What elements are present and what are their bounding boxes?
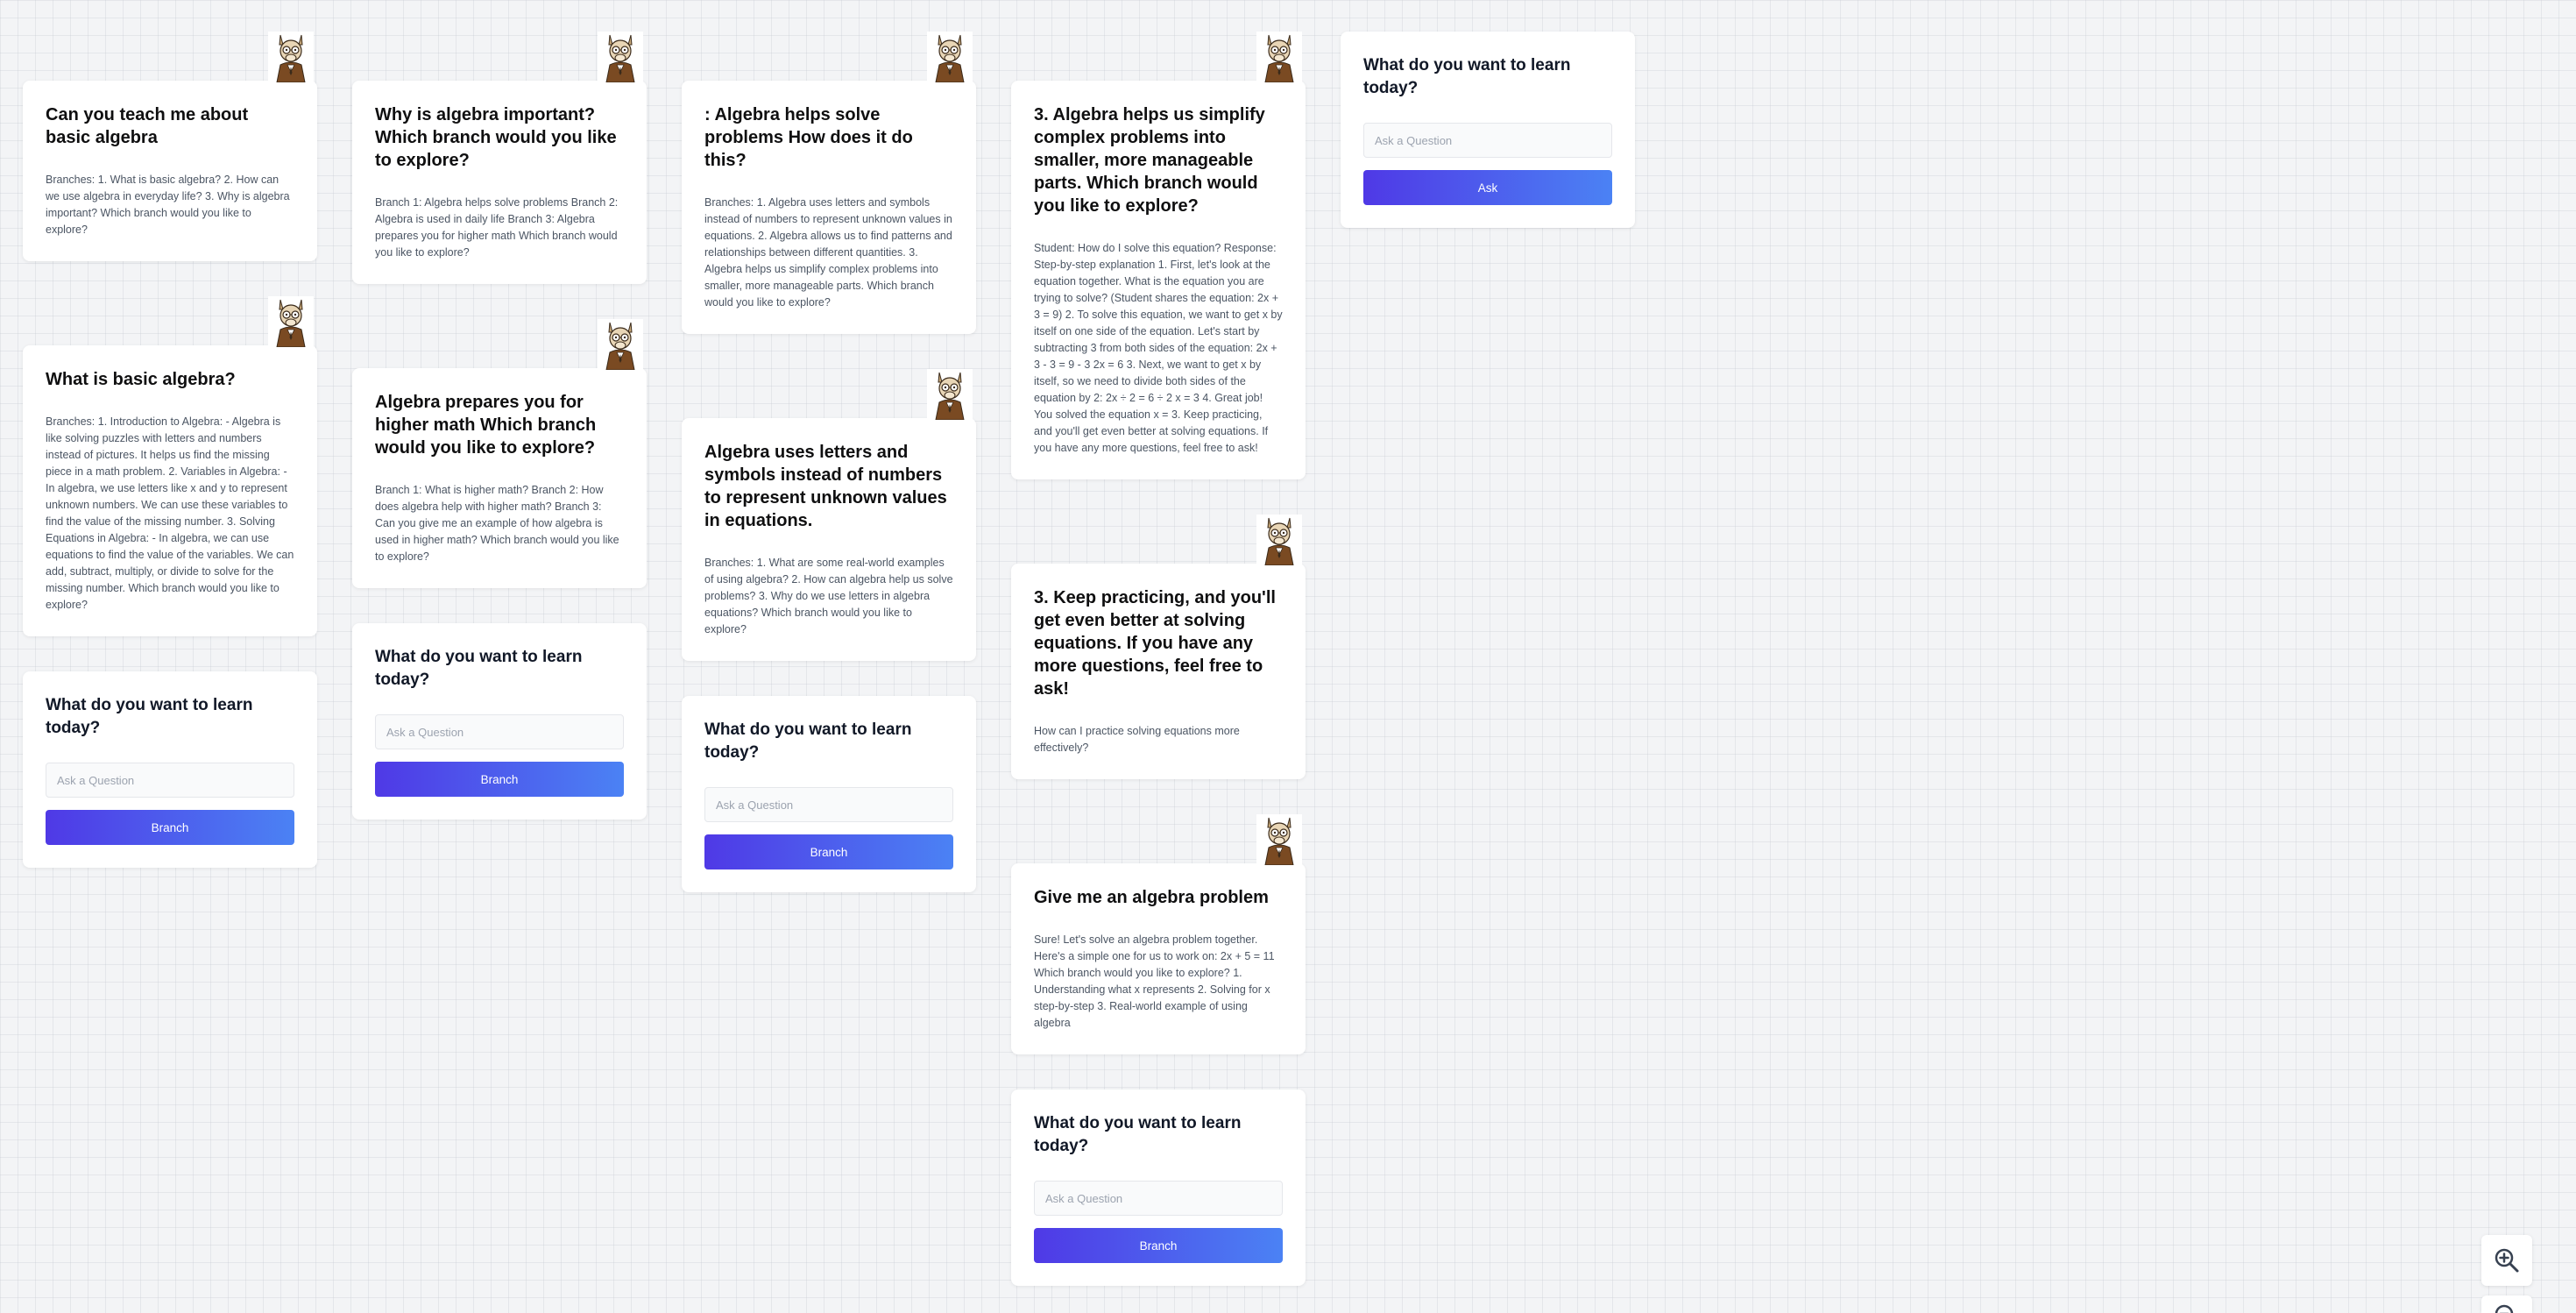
message-title: Can you teach me about basic algebra	[46, 105, 249, 147]
message-title: Give me an algebra problem	[1034, 888, 1269, 907]
message-body: Sure! Let's solve an algebra problem tog…	[1034, 933, 1275, 1029]
conversation-branch-column-1: Can you teach me about basic algebra Bra…	[23, 32, 317, 868]
message-node: Algebra prepares you for higher math Whi…	[352, 319, 647, 588]
message-body: Branches: 1. What are some real-world ex…	[704, 557, 953, 635]
conversation-branch-column-4: 3. Algebra helps us simplify complex pro…	[1011, 32, 1306, 1286]
message-body: Student: How do I solve this equation? R…	[1034, 242, 1283, 454]
zoom-out-icon	[2495, 1304, 2514, 1313]
ask-question-card: What do you want to learn today? Branch	[682, 696, 976, 892]
message-card[interactable]: Give me an algebra problem Sure! Let's s…	[1011, 863, 1306, 1054]
branch-button[interactable]: Branch	[46, 810, 294, 845]
ask-title: What do you want to learn today?	[1363, 56, 1571, 97]
message-card[interactable]: What is basic algebra? Branches: 1. Intr…	[23, 345, 317, 636]
message-title: What is basic algebra?	[46, 370, 236, 389]
llama-teacher-avatar-icon	[268, 296, 314, 347]
ask-title: What do you want to learn today?	[704, 720, 912, 762]
ask-button[interactable]: Ask	[1363, 170, 1612, 205]
llama-teacher-avatar-icon	[598, 319, 643, 370]
ask-title: What do you want to learn today?	[46, 696, 253, 737]
message-body: Branches: 1. What is basic algebra? 2. H…	[46, 174, 290, 236]
zoom-in-icon	[2495, 1248, 2519, 1273]
llama-teacher-avatar-icon	[1256, 515, 1302, 565]
message-card[interactable]: 3. Algebra helps us simplify complex pro…	[1011, 81, 1306, 479]
question-input[interactable]	[1363, 123, 1612, 158]
message-title: Algebra uses letters and symbols instead…	[704, 443, 947, 530]
message-card[interactable]: Can you teach me about basic algebra Bra…	[23, 81, 317, 261]
ask-question-card: What do you want to learn today? Branch	[352, 623, 647, 820]
message-body: Branches: 1. Algebra uses letters and sy…	[704, 196, 952, 309]
ask-title: What do you want to learn today?	[375, 648, 583, 689]
message-body: Branch 1: What is higher math? Branch 2:…	[375, 484, 619, 563]
message-body: Branches: 1. Introduction to Algebra: - …	[46, 415, 294, 611]
message-card[interactable]: 3. Keep practicing, and you'll get even …	[1011, 564, 1306, 779]
message-node: Why is algebra important? Which branch w…	[352, 32, 647, 284]
message-card[interactable]: Why is algebra important? Which branch w…	[352, 81, 647, 284]
message-node: Algebra uses letters and symbols instead…	[682, 369, 976, 661]
message-title: Why is algebra important? Which branch w…	[375, 105, 617, 170]
llama-teacher-avatar-icon	[1256, 32, 1302, 82]
zoom-out-button[interactable]	[2481, 1295, 2532, 1313]
question-input[interactable]	[704, 787, 953, 822]
message-title: Algebra prepares you for higher math Whi…	[375, 393, 597, 458]
message-node: : Algebra helps solve problems How does …	[682, 32, 976, 334]
message-node: Give me an algebra problem Sure! Let's s…	[1011, 814, 1306, 1054]
ask-title: What do you want to learn today?	[1034, 1114, 1242, 1155]
llama-teacher-avatar-icon	[927, 32, 973, 82]
question-input[interactable]	[46, 763, 294, 798]
message-title: : Algebra helps solve problems How does …	[704, 105, 913, 170]
llama-teacher-avatar-icon	[598, 32, 643, 82]
branch-button[interactable]: Branch	[1034, 1228, 1283, 1263]
conversation-branch-column-3: : Algebra helps solve problems How does …	[682, 32, 976, 892]
message-node: 3. Algebra helps us simplify complex pro…	[1011, 32, 1306, 479]
question-input[interactable]	[1034, 1181, 1283, 1216]
message-body: Branch 1: Algebra helps solve problems B…	[375, 196, 619, 259]
ask-question-card: What do you want to learn today? Branch	[1011, 1089, 1306, 1286]
ask-question-card: What do you want to learn today? Branch	[23, 671, 317, 868]
llama-teacher-avatar-icon	[1256, 814, 1302, 865]
zoom-in-button[interactable]	[2481, 1235, 2532, 1286]
llama-teacher-avatar-icon	[927, 369, 973, 420]
message-card[interactable]: Algebra prepares you for higher math Whi…	[352, 368, 647, 588]
message-card[interactable]: Algebra uses letters and symbols instead…	[682, 418, 976, 661]
message-card[interactable]: : Algebra helps solve problems How does …	[682, 81, 976, 334]
message-body: How can I practice solving equations mor…	[1034, 725, 1240, 754]
llama-teacher-avatar-icon	[268, 32, 314, 82]
conversation-branch-column-2: Why is algebra important? Which branch w…	[352, 32, 647, 820]
message-title: 3. Algebra helps us simplify complex pro…	[1034, 105, 1265, 216]
question-input[interactable]	[375, 714, 624, 749]
message-title: 3. Keep practicing, and you'll get even …	[1034, 588, 1276, 699]
branch-button[interactable]: Branch	[704, 834, 953, 869]
message-node: 3. Keep practicing, and you'll get even …	[1011, 515, 1306, 779]
message-node: Can you teach me about basic algebra Bra…	[23, 32, 317, 261]
branch-button[interactable]: Branch	[375, 762, 624, 797]
ask-question-card: What do you want to learn today? Ask	[1341, 32, 1635, 228]
conversation-branch-column-5: What do you want to learn today? Ask	[1341, 32, 1635, 228]
message-node: What is basic algebra? Branches: 1. Intr…	[23, 296, 317, 636]
